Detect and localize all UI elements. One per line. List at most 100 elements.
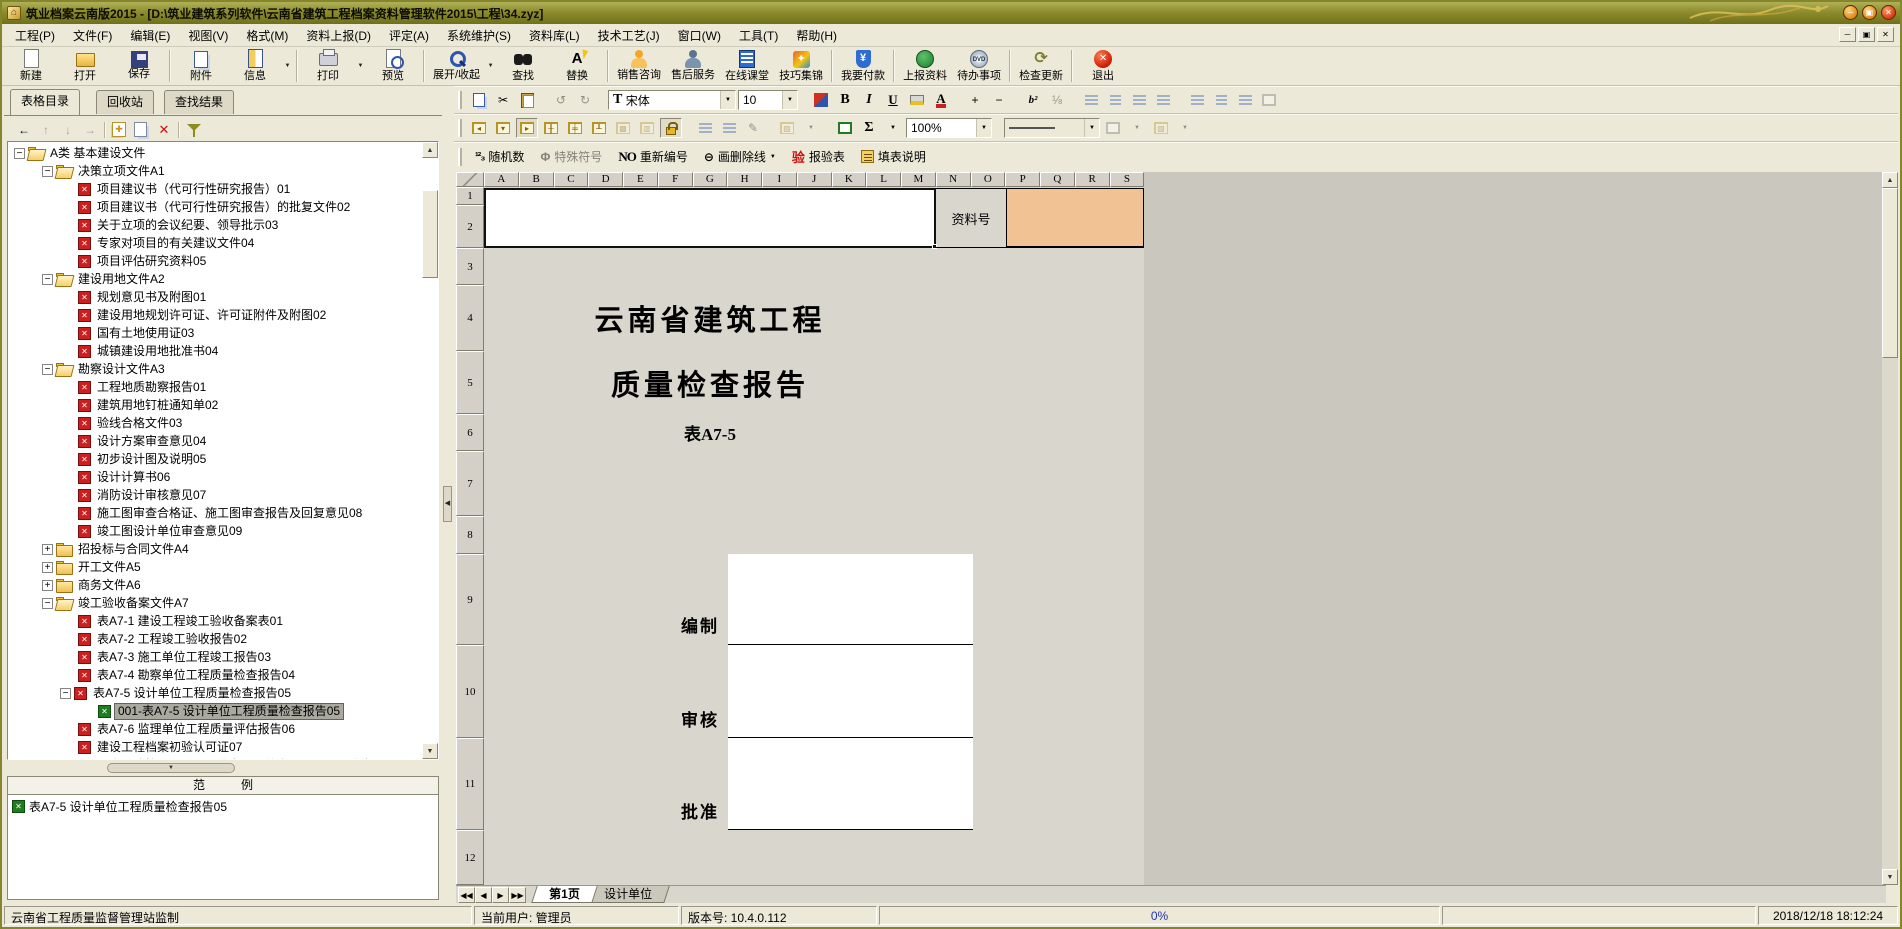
collapse-icon[interactable] (42, 598, 53, 609)
tree-item-doc[interactable]: ✕关于立项的会议纪要、领导批示03 (8, 216, 281, 234)
nav-back-button[interactable]: ← (16, 122, 32, 138)
add-form-button[interactable]: ✚ (112, 122, 128, 138)
new-button[interactable]: 新建 (4, 48, 58, 84)
collapse-icon[interactable] (42, 364, 53, 375)
tree-item-doc[interactable]: ✕施工图审查合格证、施工图审查报告及回复意见08 (8, 504, 365, 522)
line-style-select[interactable]: ▼ (1004, 118, 1100, 138)
column-header[interactable]: G (693, 172, 728, 187)
tree-item-doc[interactable]: ✕表A7-1 建设工程竣工验收备案表01 (8, 612, 286, 630)
menu-format[interactable]: 格式(M) (237, 24, 297, 47)
nav-down-button[interactable]: ↓ (60, 122, 76, 138)
tree-item-doc[interactable]: ✕工程地质勘察报告01 (8, 378, 209, 396)
row-header[interactable]: 7 (456, 451, 484, 516)
row-header[interactable]: 2 (456, 205, 484, 248)
expand-dropdown-arrow[interactable] (485, 48, 496, 84)
column-header[interactable]: H (727, 172, 762, 187)
row-header[interactable]: 3 (456, 248, 484, 285)
fraction-button[interactable]: ⅛ (1046, 90, 1068, 110)
tree-vertical-scrollbar[interactable]: ▲ ▼ (422, 142, 438, 759)
nav-forward-button[interactable]: → (82, 122, 98, 138)
tree-item-doc[interactable]: ✕建筑用地钉桩通知单02 (8, 396, 221, 414)
insert-col-left-button[interactable]: ◂ (468, 118, 490, 138)
align-center-button[interactable] (1104, 90, 1126, 110)
material-number-label[interactable]: 资料号 (936, 188, 1006, 248)
menu-technology[interactable]: 技术工艺(J) (589, 24, 669, 47)
column-header[interactable]: M (901, 172, 936, 187)
menu-file[interactable]: 文件(F) (64, 24, 121, 47)
autosum-button[interactable]: Σ (858, 118, 880, 138)
undo-button[interactable]: ↺ (550, 90, 572, 110)
align-left-button[interactable] (1080, 90, 1102, 110)
column-header[interactable]: R (1075, 172, 1110, 187)
column-header[interactable]: Q (1040, 172, 1075, 187)
tree-item-doc[interactable]: ✕规划意见书及附图01 (8, 288, 209, 306)
superscript-button[interactable]: b² (1022, 90, 1044, 110)
payment-button[interactable]: ¥我要付款 (836, 48, 890, 84)
tree-item-doc[interactable]: ✕城镇建设用地批准书04 (8, 342, 221, 360)
row-header[interactable]: 8 (456, 516, 484, 554)
panel-splitter[interactable]: ◀ (442, 86, 454, 901)
menu-system-maintenance[interactable]: 系统维护(S) (438, 24, 520, 47)
maximize-button[interactable]: ▣ (1862, 5, 1877, 20)
column-header[interactable]: L (866, 172, 901, 187)
approve-signature-cell[interactable] (728, 738, 973, 830)
sheet-tab-page1[interactable]: 第1页 (531, 886, 597, 903)
column-header[interactable]: K (832, 172, 867, 187)
underline-button[interactable]: U (882, 90, 904, 110)
selected-cell-range[interactable] (484, 188, 936, 248)
print-dropdown-arrow[interactable] (355, 48, 366, 84)
italic-button[interactable]: I (858, 90, 880, 110)
menu-window[interactable]: 窗口(W) (669, 24, 730, 47)
strikethrough-button[interactable]: ⊖画删除线▼ (697, 145, 783, 169)
find-button[interactable]: 查找 (496, 48, 550, 84)
delete-form-button[interactable]: ✕ (156, 122, 172, 138)
scroll-up-arrow[interactable]: ▲ (422, 142, 438, 158)
online-class-button[interactable]: 在线课堂 (720, 48, 774, 84)
collapse-icon[interactable] (42, 274, 53, 285)
shading-button[interactable]: ▧ (1150, 118, 1172, 138)
tree-item-doc[interactable]: ✕表A7-6 监理单位工程质量评估报告06 (8, 720, 298, 738)
tree-item-doc-selected[interactable]: ✕001-表A7-5 设计单位工程质量检查报告05 (8, 702, 344, 720)
form-code[interactable]: 表A7-5 (484, 414, 936, 451)
copy-button[interactable] (468, 90, 490, 110)
scrollbar-thumb[interactable] (422, 190, 438, 278)
indent-increase-button[interactable] (694, 118, 716, 138)
draw-border-button[interactable] (834, 118, 856, 138)
menu-help[interactable]: 帮助(H) (787, 24, 846, 47)
open-button[interactable]: 打开 (58, 48, 112, 84)
row-header[interactable]: 6 (456, 414, 484, 451)
row-header[interactable]: 10 (456, 645, 484, 738)
tree-item-doc[interactable]: ✕国有土地使用证03 (8, 324, 197, 342)
tree-item-doc[interactable]: ✕项目建议书（代可行性研究报告）的批复文件02 (8, 198, 353, 216)
next-sheet-button[interactable]: ▶ (492, 887, 509, 903)
after-sales-button[interactable]: 售后服务 (666, 48, 720, 84)
border-color-arrow[interactable]: ▼ (1126, 118, 1148, 138)
toolbar-grip[interactable] (458, 148, 462, 166)
tree-item-doc[interactable]: ✕建设用地规划许可证、许可证附件及附图02 (8, 306, 329, 324)
column-header[interactable]: N (936, 172, 971, 187)
menu-view[interactable]: 视图(V) (179, 24, 237, 47)
expand-icon[interactable] (42, 562, 53, 573)
valign-top-button[interactable] (1186, 90, 1208, 110)
column-header[interactable]: D (588, 172, 623, 187)
pattern-clear-button[interactable]: ▥ (636, 118, 658, 138)
increase-button[interactable]: + (964, 90, 986, 110)
tab-recycle-bin[interactable]: 回收站 (96, 90, 154, 114)
lock-cell-button[interactable] (660, 118, 682, 138)
exit-button[interactable]: ✕退出 (1076, 48, 1130, 84)
tree-item-doc[interactable]: ✕专家对项目的有关建议文件04 (8, 234, 257, 252)
tree-item-doc[interactable]: ✕表A7-4 勘察单位工程质量检查报告04 (8, 666, 298, 684)
tab-search-results[interactable]: 查找结果 (164, 90, 234, 114)
tree-item-doc[interactable]: ✕表A7-2 工程竣工验收报告02 (8, 630, 250, 648)
tips-button[interactable]: ✦技巧集锦 (774, 48, 828, 84)
pattern-fill-button[interactable]: ▩ (612, 118, 634, 138)
select-object-arrow[interactable]: ▼ (800, 118, 822, 138)
horizontal-splitter[interactable]: ▼ (7, 762, 439, 774)
tree-item-folder-a4[interactable]: 招投标与合同文件A4 (8, 540, 192, 558)
tree-item-doc[interactable]: ✕表A7-3 施工单位工程竣工报告03 (8, 648, 274, 666)
scroll-down-arrow[interactable]: ▼ (422, 743, 438, 759)
prev-sheet-button[interactable]: ◀ (475, 887, 492, 903)
splitter-collapse-button[interactable]: ◀ (443, 486, 452, 522)
nav-up-button[interactable]: ↑ (38, 122, 54, 138)
row-header[interactable]: 4 (456, 285, 484, 351)
